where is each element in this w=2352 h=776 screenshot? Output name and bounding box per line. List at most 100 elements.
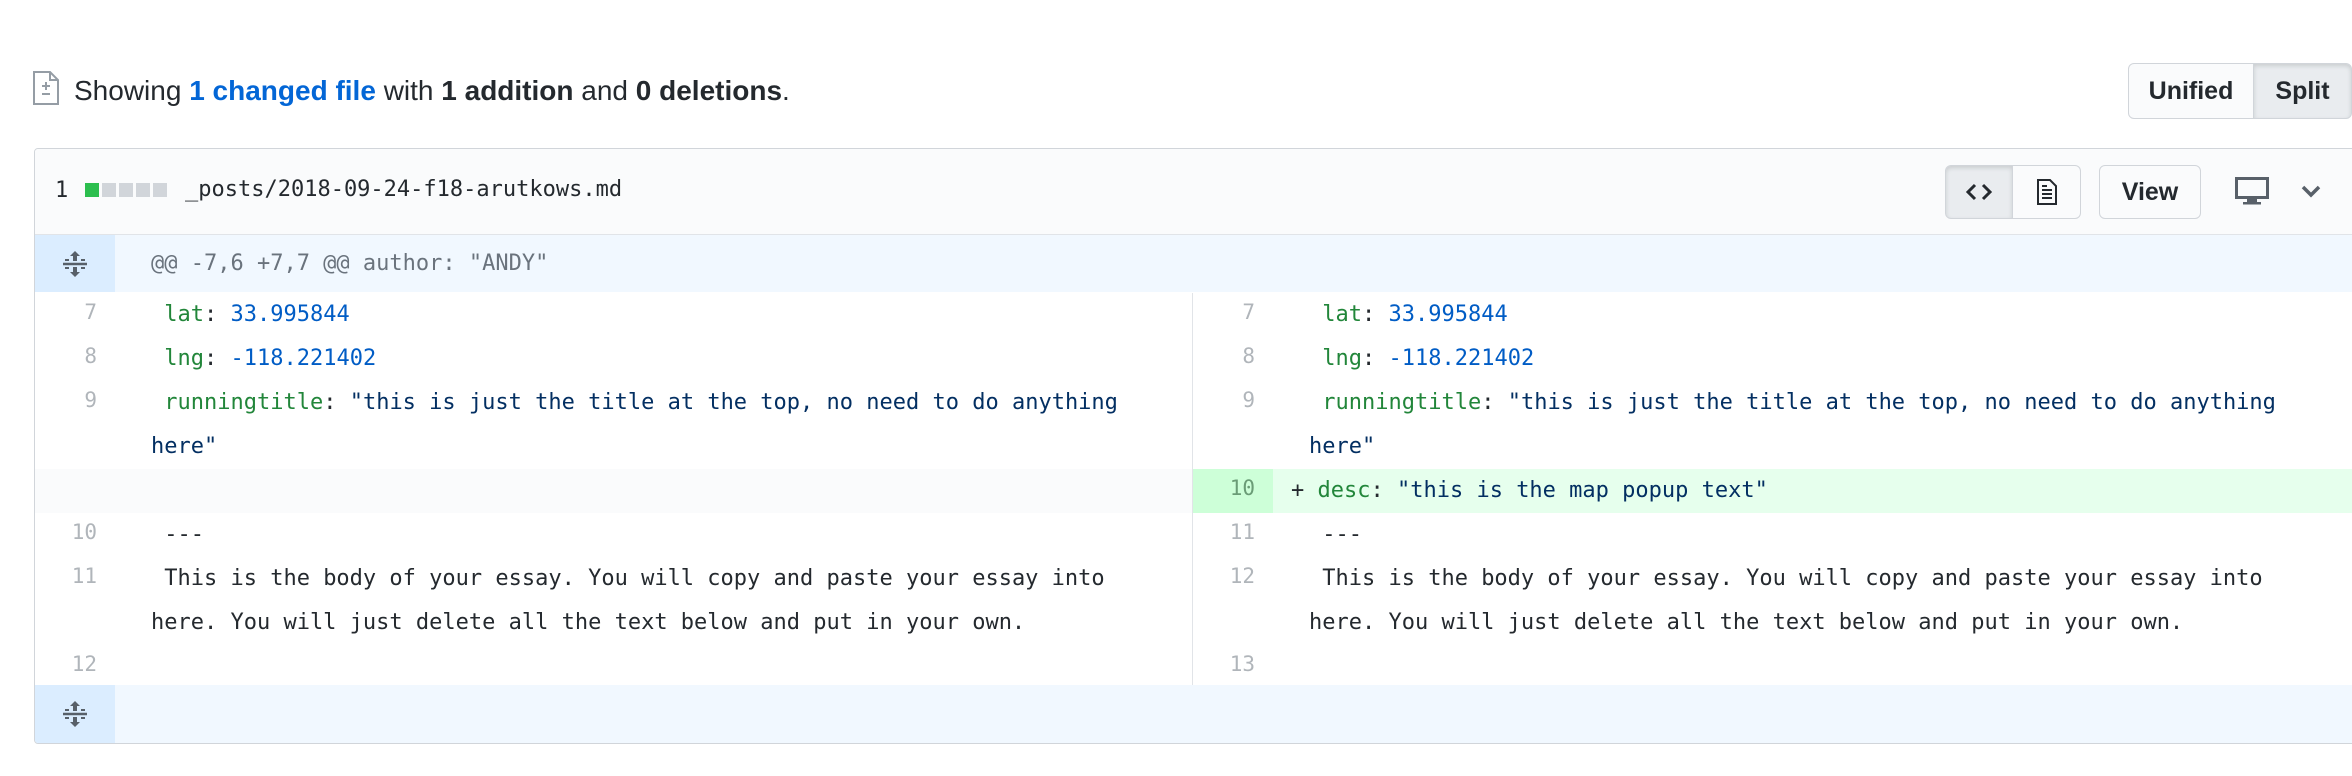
diffstat-block-neutral — [119, 183, 133, 197]
line-text: This is the body of your essay. You will… — [1309, 566, 2276, 635]
chevron-down-icon[interactable] — [2299, 179, 2323, 203]
yaml-value: -118.221402 — [1388, 346, 1535, 371]
line-number[interactable]: 10 — [35, 513, 115, 557]
yaml-key: runningtitle — [164, 390, 324, 415]
line-number[interactable]: 11 — [1193, 513, 1273, 557]
yaml-value: "this is the map popup text" — [1396, 478, 1768, 503]
line-code: runningtitle: "this is just the title at… — [151, 381, 1168, 469]
unified-view-button[interactable]: Unified — [2128, 63, 2254, 119]
line-number[interactable]: 7 — [1193, 293, 1273, 337]
summary-period: . — [782, 75, 790, 106]
empty-diff-line — [35, 469, 1192, 513]
yaml-sep: : — [1370, 478, 1397, 503]
diff-line: 8 lng: -118.221402 — [35, 337, 1192, 381]
line-number[interactable]: 8 — [1193, 337, 1273, 381]
summary-showing: Showing — [74, 75, 182, 106]
line-number — [35, 469, 115, 513]
changed-files-link[interactable]: 1 changed file — [189, 75, 376, 107]
yaml-value: -118.221402 — [230, 346, 377, 371]
left-pane: 7 lat: 33.995844 8 lng: -118.221402 9 ru… — [35, 293, 1193, 685]
file-actions: View — [1945, 165, 2352, 219]
right-pane: 7 lat: 33.995844 8 lng: -118.221402 9 ru… — [1193, 293, 2352, 685]
file-path[interactable]: _posts/2018-09-24-f18-arutkows.md — [185, 177, 622, 202]
file-diff: 1 _posts/2018-09-24-f18-arutkows.md View… — [34, 148, 2352, 744]
diff-line: 12 — [35, 645, 1192, 685]
line-number[interactable]: 9 — [1193, 381, 1273, 469]
diff-line: 13 — [1193, 645, 2352, 685]
yaml-key: lng — [164, 346, 204, 371]
diff-summary: Showing 1 changed file with 1 addition a… — [32, 66, 790, 116]
line-number[interactable]: 11 — [35, 557, 115, 645]
diff-line: 11 --- — [1193, 513, 2352, 557]
line-number[interactable]: 13 — [1193, 645, 1273, 685]
line-code: lng: -118.221402 — [1309, 337, 2341, 381]
code-icon — [1965, 183, 1993, 201]
file-header: 1 _posts/2018-09-24-f18-arutkows.md View — [35, 149, 2352, 235]
line-code: lat: 33.995844 — [1309, 293, 2341, 337]
line-number[interactable]: 12 — [1193, 557, 1273, 645]
view-file-button[interactable]: View — [2099, 165, 2201, 219]
line-number[interactable]: 10 — [1193, 469, 1273, 513]
file-change-count: 1 — [55, 178, 69, 203]
summary-and: and — [581, 75, 628, 106]
diff-line: 7 lat: 33.995844 — [1193, 293, 2352, 337]
expand-lines-button[interactable] — [35, 235, 115, 292]
diffstat-block-neutral — [102, 183, 116, 197]
unfold-icon — [63, 701, 87, 727]
line-code: lat: 33.995844 — [151, 293, 1168, 337]
hunk-footer-row — [35, 685, 2352, 743]
summary-with: with — [383, 75, 434, 106]
line-code: --- — [151, 513, 1168, 557]
yaml-sep: : — [1481, 390, 1508, 415]
diffstat-block-added — [85, 183, 99, 197]
diff-line: 9 runningtitle: "this is just the title … — [35, 381, 1192, 469]
addition-marker: + — [1291, 478, 1305, 503]
line-code: --- — [1309, 513, 2341, 557]
line-code: This is the body of your essay. You will… — [151, 557, 1168, 645]
yaml-sep: : — [204, 302, 231, 327]
line-number[interactable]: 9 — [35, 381, 115, 469]
diffstat-block-neutral — [136, 183, 150, 197]
rich-diff-button[interactable] — [2013, 165, 2081, 219]
added-diff-line: 10 + desc: "this is the map popup text" — [1193, 469, 2352, 513]
line-text: This is the body of your essay. You will… — [151, 566, 1118, 635]
yaml-sep: : — [323, 390, 350, 415]
yaml-sep: : — [204, 346, 231, 371]
diff-line: 9 runningtitle: "this is just the title … — [1193, 381, 2352, 469]
split-view-button[interactable]: Split — [2254, 63, 2352, 119]
diff-line: 8 lng: -118.221402 — [1193, 337, 2352, 381]
diff-line: 10 --- — [35, 513, 1192, 557]
monitor-icon[interactable] — [2235, 177, 2269, 205]
yaml-sep: : — [1362, 302, 1389, 327]
yaml-value: 33.995844 — [230, 302, 350, 327]
unfold-icon — [63, 250, 87, 277]
line-text: --- — [164, 522, 204, 547]
line-code: + desc: "this is the map popup text" — [1291, 469, 2341, 513]
yaml-key: runningtitle — [1322, 390, 1482, 415]
diff-view-toggle: Unified Split — [2128, 63, 2352, 121]
source-diff-button[interactable] — [1945, 165, 2013, 219]
line-number[interactable]: 12 — [35, 645, 115, 685]
file-text-icon — [2036, 179, 2057, 205]
yaml-key: lat — [164, 302, 204, 327]
yaml-key: lng — [1322, 346, 1362, 371]
additions-count: 1 addition — [441, 75, 574, 106]
yaml-key: desc — [1317, 478, 1371, 503]
yaml-sep: : — [1362, 346, 1389, 371]
line-code: runningtitle: "this is just the title at… — [1309, 381, 2341, 469]
expand-lines-button[interactable] — [35, 685, 115, 743]
diffstat-block-neutral — [153, 183, 167, 197]
line-number[interactable]: 8 — [35, 337, 115, 381]
hunk-header-row: @@ -7,6 +7,7 @@ author: "ANDY" — [35, 235, 2352, 292]
line-code: lng: -118.221402 — [151, 337, 1168, 381]
diff-line: 11 This is the body of your essay. You w… — [35, 557, 1192, 645]
diff-line: 12 This is the body of your essay. You w… — [1193, 557, 2352, 645]
diff-line: 7 lat: 33.995844 — [35, 293, 1192, 337]
line-number[interactable]: 7 — [35, 293, 115, 337]
yaml-key: lat — [1322, 302, 1362, 327]
diffstat — [85, 183, 167, 197]
yaml-value: 33.995844 — [1388, 302, 1508, 327]
file-diff-icon — [33, 71, 59, 105]
hunk-header-text: @@ -7,6 +7,7 @@ author: "ANDY" — [151, 251, 549, 276]
line-code: This is the body of your essay. You will… — [1309, 557, 2341, 645]
